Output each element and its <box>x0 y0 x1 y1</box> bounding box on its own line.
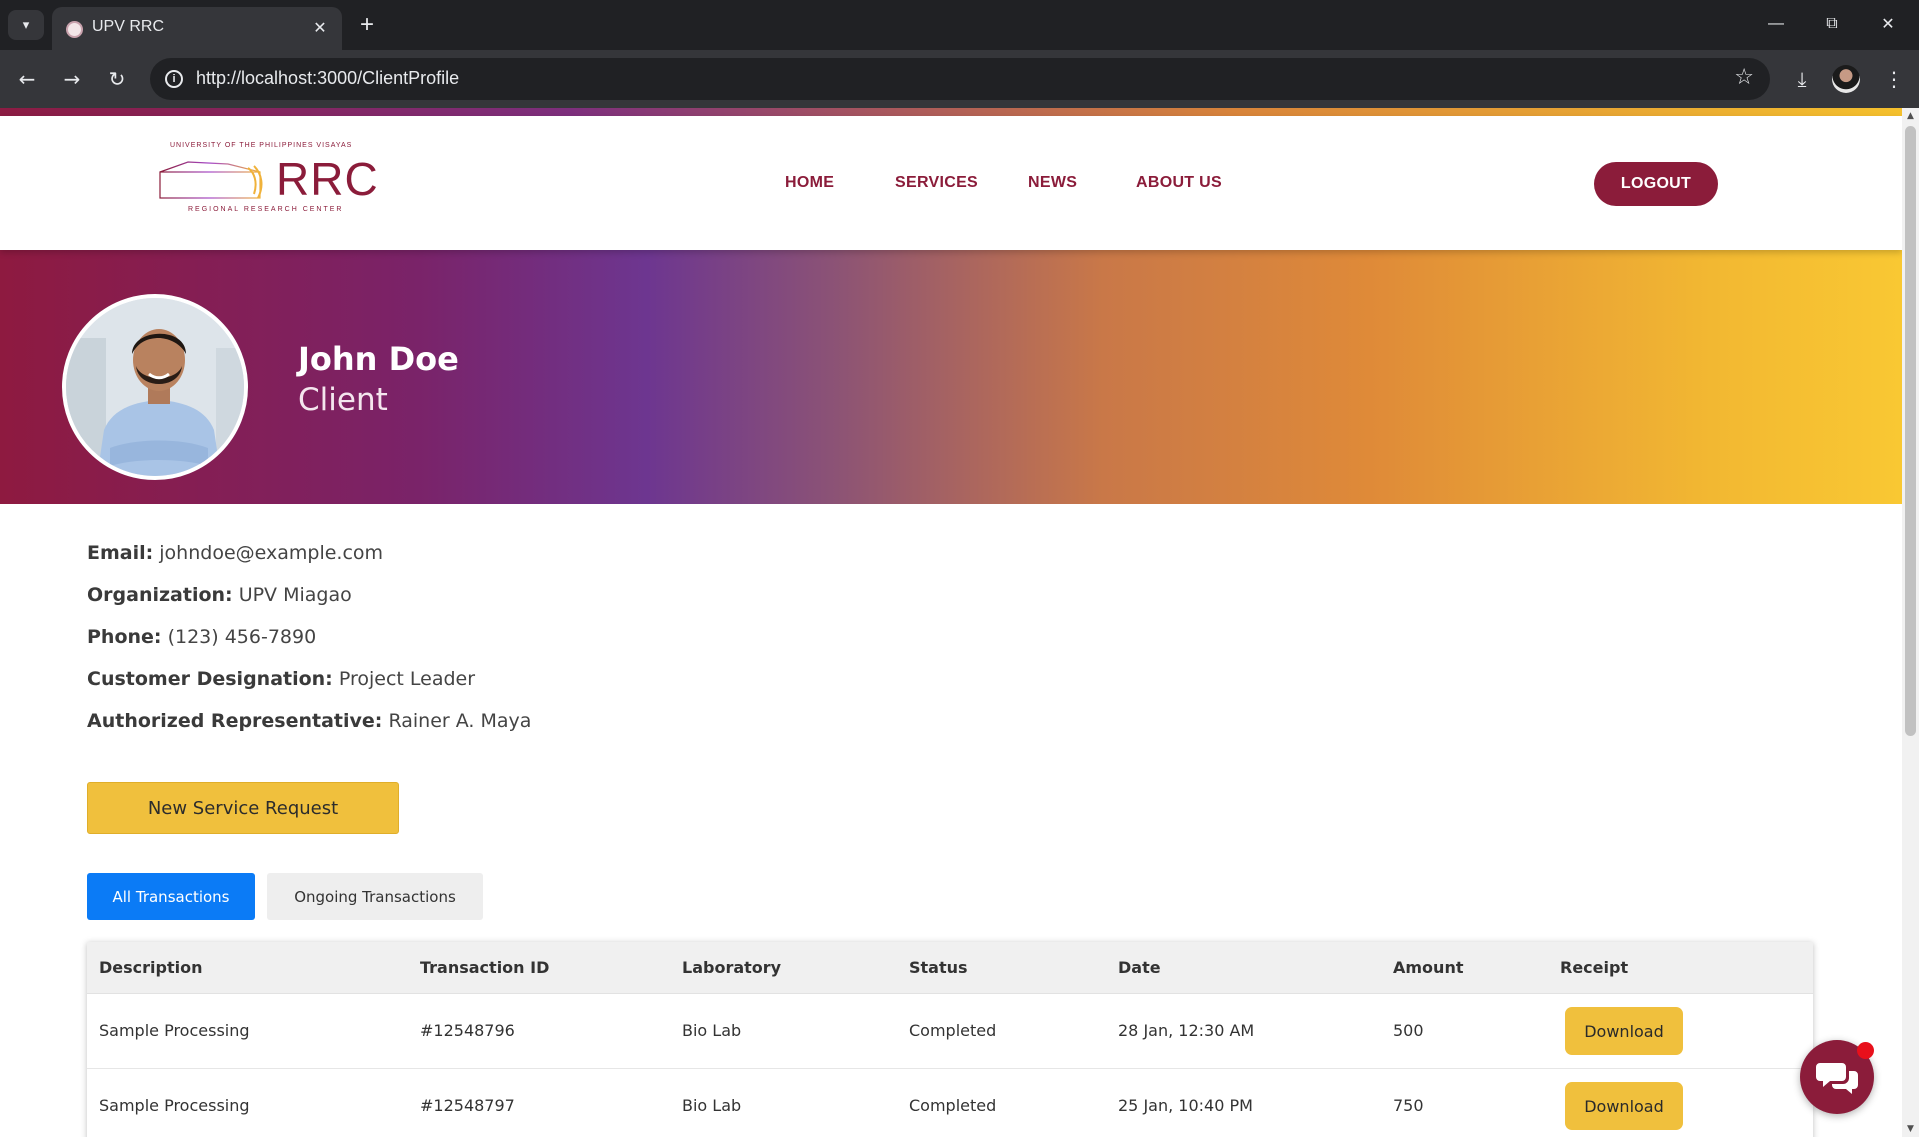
tab-title: UPV RRC <box>92 18 165 35</box>
cell-status: Completed <box>909 1021 997 1040</box>
cell-date: 28 Jan, 12:30 AM <box>1118 1021 1255 1040</box>
restore-icon[interactable]: ⧉ <box>1812 8 1852 40</box>
column-header: Laboratory <box>682 958 782 977</box>
address-bar[interactable]: i http://localhost:3000/ClientProfile ☆ <box>150 58 1770 100</box>
notification-dot <box>1857 1042 1874 1059</box>
page-viewport: UNIVERSITY OF THE PHILIPPINES VISAYAS RR… <box>0 108 1902 1137</box>
browser-toolbar: ← → ↻ i http://localhost:3000/ClientProf… <box>0 50 1919 108</box>
nav-about-us[interactable]: ABOUT US <box>1136 174 1222 192</box>
cell-transaction-id: #12548796 <box>420 1021 515 1040</box>
email-value: johndoe@example.com <box>159 542 384 564</box>
profile-photo <box>62 294 248 480</box>
designation-label: Customer Designation: <box>87 668 333 690</box>
tab-search-button[interactable]: ▾ <box>8 10 44 40</box>
site-header: UNIVERSITY OF THE PHILIPPINES VISAYAS RR… <box>0 116 1902 250</box>
url-text[interactable]: http://localhost:3000/ClientProfile <box>196 68 459 89</box>
close-window-icon[interactable]: ✕ <box>1868 8 1908 40</box>
download-icon[interactable]: ⤓ <box>1786 63 1818 95</box>
designation-value: Project Leader <box>338 668 476 690</box>
column-header: Date <box>1118 958 1161 977</box>
cell-description: Sample Processing <box>99 1096 250 1115</box>
cell-amount: 500 <box>1393 1021 1424 1040</box>
cell-status: Completed <box>909 1096 997 1115</box>
arrow-left-icon[interactable]: ← <box>12 64 42 94</box>
new-tab-button[interactable]: + <box>352 10 382 40</box>
table-row: Sample Processing #12548796 Bio Lab Comp… <box>87 994 1813 1069</box>
minimize-icon[interactable]: — <box>1756 8 1796 40</box>
column-header: Amount <box>1393 958 1464 977</box>
email-label: Email: <box>87 542 154 564</box>
profile-role: Client <box>298 382 388 418</box>
new-service-request-button[interactable]: New Service Request <box>87 782 399 834</box>
site-info-icon[interactable]: i <box>165 70 183 88</box>
profile-avatar[interactable] <box>1832 65 1860 93</box>
organization-label: Organization: <box>87 584 233 606</box>
table-header: Description Transaction ID Laboratory St… <box>87 942 1813 994</box>
organization-value: UPV Miagao <box>238 584 352 606</box>
scrollbar-thumb[interactable] <box>1905 126 1916 736</box>
column-header: Description <box>99 958 203 977</box>
person-photo-icon <box>66 298 244 476</box>
cell-laboratory: Bio Lab <box>682 1096 742 1115</box>
page-scrollbar[interactable]: ▲ ▼ <box>1902 108 1919 1137</box>
tab-ongoing-transactions[interactable]: Ongoing Transactions <box>267 873 483 920</box>
download-receipt-button[interactable]: Download <box>1565 1007 1683 1055</box>
cell-amount: 750 <box>1393 1096 1424 1115</box>
download-receipt-button[interactable]: Download <box>1565 1082 1683 1130</box>
scroll-up-icon[interactable]: ▲ <box>1902 108 1919 124</box>
profile-banner: John Doe Client <box>0 250 1902 504</box>
cell-laboratory: Bio Lab <box>682 1021 742 1040</box>
representative-value: Rainer A. Maya <box>388 710 532 732</box>
nav-services[interactable]: SERVICES <box>895 174 978 192</box>
representative-row: Authorized Representative: Rainer A. May… <box>87 710 531 732</box>
kebab-menu-icon[interactable]: ⋮ <box>1878 63 1910 95</box>
column-header: Transaction ID <box>420 958 550 977</box>
column-header: Receipt <box>1560 958 1629 977</box>
phone-label: Phone: <box>87 626 162 648</box>
gradient-strip <box>0 108 1902 116</box>
logout-button[interactable]: LOGOUT <box>1594 162 1718 206</box>
organization-row: Organization: UPV Miagao <box>87 584 352 606</box>
arrow-right-icon[interactable]: → <box>57 64 87 94</box>
browser-tab[interactable]: UPV RRC ✕ <box>52 7 342 50</box>
nav-news[interactable]: NEWS <box>1028 174 1077 192</box>
transactions-table: Description Transaction ID Laboratory St… <box>87 942 1813 1137</box>
representative-label: Authorized Representative: <box>87 710 383 732</box>
phone-value: (123) 456-7890 <box>167 626 317 648</box>
cell-description: Sample Processing <box>99 1021 250 1040</box>
profile-name: John Doe <box>298 340 459 378</box>
cell-date: 25 Jan, 10:40 PM <box>1118 1096 1253 1115</box>
table-row: Sample Processing #12548797 Bio Lab Comp… <box>87 1069 1813 1137</box>
chevron-down-icon: ▾ <box>22 17 30 33</box>
close-tab-icon[interactable]: ✕ <box>308 15 332 39</box>
tab-all-transactions[interactable]: All Transactions <box>87 873 255 920</box>
designation-row: Customer Designation: Project Leader <box>87 668 475 690</box>
phone-row: Phone: (123) 456-7890 <box>87 626 316 648</box>
email-row: Email: johndoe@example.com <box>87 542 383 564</box>
cell-transaction-id: #12548797 <box>420 1096 515 1115</box>
scroll-down-icon[interactable]: ▼ <box>1902 1121 1919 1137</box>
reload-icon[interactable]: ↻ <box>102 64 132 94</box>
browser-tab-bar: ▾ UPV RRC ✕ + — ⧉ ✕ <box>0 0 1919 50</box>
nav-home[interactable]: HOME <box>785 174 834 192</box>
favicon-icon <box>66 21 83 38</box>
chat-bubbles-icon <box>1816 1063 1858 1094</box>
star-icon[interactable]: ☆ <box>1734 65 1754 90</box>
column-header: Status <box>909 958 968 977</box>
